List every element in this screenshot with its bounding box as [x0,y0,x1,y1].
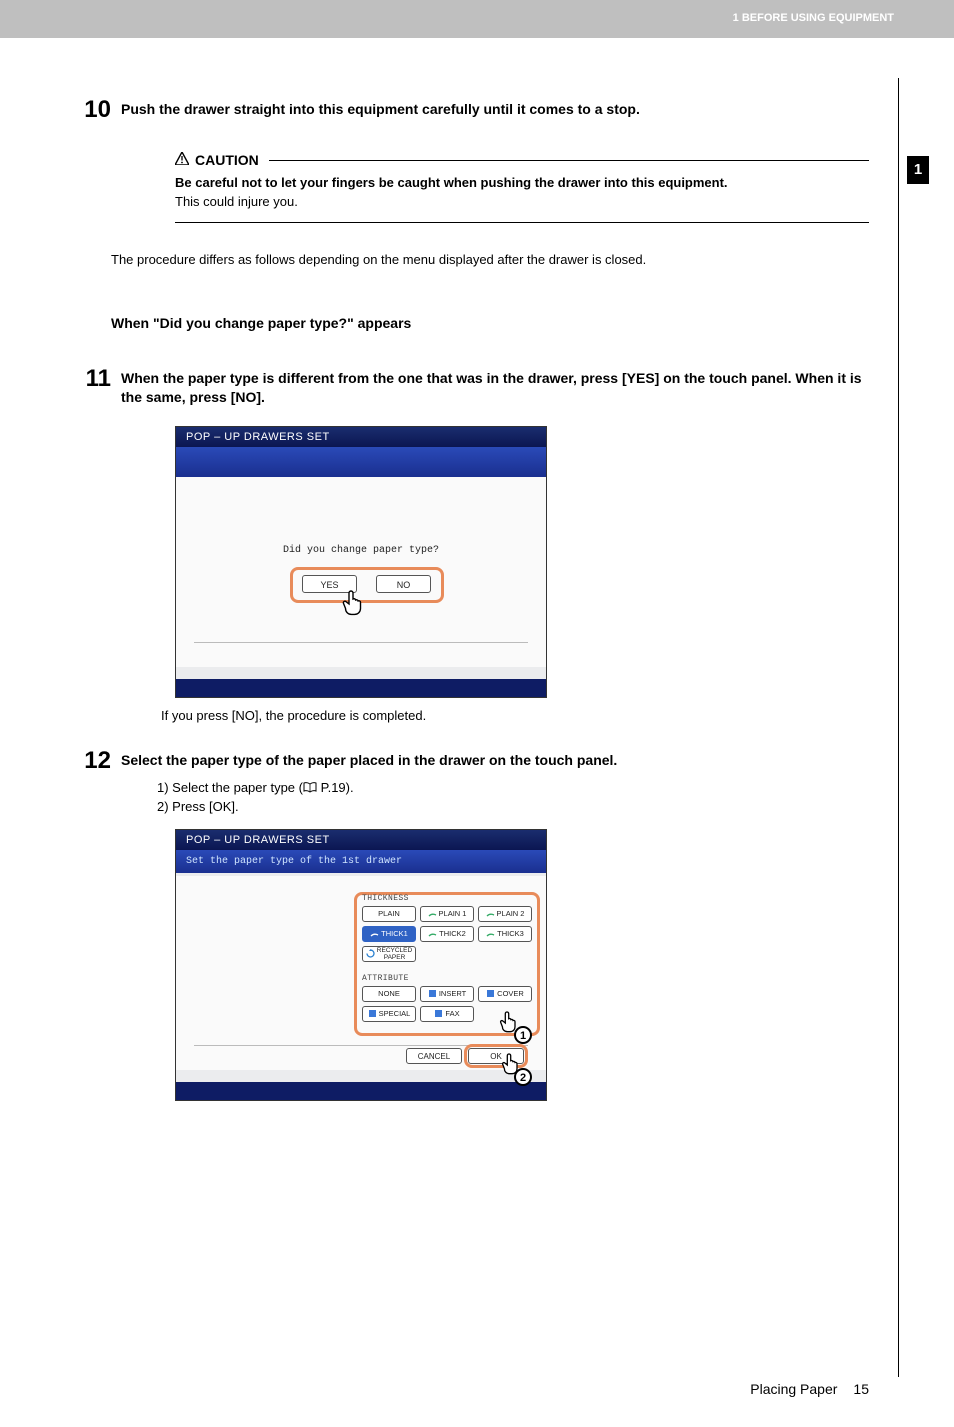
caution-label: CAUTION [195,152,259,168]
substep-1-ref: P.19). [317,780,354,795]
opt-special[interactable]: SPECIAL [362,1006,416,1022]
square-icon [486,989,495,998]
screen1-blue-band [176,447,546,477]
footer-title: Placing Paper [750,1381,837,1397]
chapter-tab: 1 [907,156,929,184]
opt-plain1-label: PLAIN 1 [439,906,467,921]
screen2-bottom-band [176,1082,546,1100]
thickness-label: THICKNESS [362,894,409,903]
intro-paragraph: The procedure differs as follows dependi… [111,251,869,269]
step-11-text: When the paper type is different from th… [121,367,869,408]
opt-thick3[interactable]: THICK3 [478,926,532,942]
opt-insert[interactable]: INSERT [420,986,474,1002]
caution-block: CAUTION Be careful not to let your finge… [175,152,869,223]
caution-triangle-icon [175,152,189,168]
step-12-substeps: 1) Select the paper type ( P.19). 2) Pre… [157,779,869,817]
header-bar: 1 BEFORE USING EQUIPMENT [0,0,954,38]
sheet-icon [486,909,495,918]
opt-thick1-label: THICK1 [381,926,408,941]
step-10: 10 Push the drawer straight into this eq… [75,98,869,122]
sheet-icon [486,929,495,938]
square-icon [428,989,437,998]
opt-thick1-selected[interactable]: THICK1 [362,926,416,942]
right-margin-rule [898,78,899,1377]
attribute-label: ATTRIBUTE [362,974,409,983]
after-no-note: If you press [NO], the procedure is comp… [161,708,869,723]
step-12: 12 Select the paper type of the paper pl… [75,749,869,773]
screen1-divider [194,642,528,643]
footer-page-number: 15 [853,1381,869,1397]
screen2-subtitle: Set the paper type of the 1st drawer [176,850,546,873]
callout-badge-2: 2 [514,1068,532,1086]
step-11: 11 When the paper type is different from… [75,367,869,408]
header-section-label: 1 BEFORE USING EQUIPMENT [733,12,894,24]
screen1-title: POP – UP DRAWERS SET [176,427,546,447]
callout-badge-1: 1 [514,1026,532,1044]
opt-plain2[interactable]: PLAIN 2 [478,906,532,922]
substep-1-prefix: 1) Select the paper type ( [157,780,303,795]
touchpanel-screenshot-1: POP – UP DRAWERS SET Did you change pape… [175,426,547,698]
no-button[interactable]: NO [376,575,431,593]
opt-plain1[interactable]: PLAIN 1 [420,906,474,922]
pointer-hand-icon [341,589,367,619]
caution-bottom-rule [175,222,869,223]
sheet-icon [428,909,437,918]
opt-thick2[interactable]: THICK2 [420,926,474,942]
opt-plain[interactable]: PLAIN [362,906,416,922]
subheading: When "Did you change paper type?" appear… [111,315,869,331]
substep-2: 2) Press [OK]. [157,798,869,817]
screen1-bottom-band [176,679,546,697]
caution-line2: This could injure you. [175,194,298,209]
square-icon [434,1009,443,1018]
opt-recycled-paper[interactable]: RECYCLEDPAPER [362,946,416,962]
opt-plain2-label: PLAIN 2 [497,906,525,921]
opt-thick3-label: THICK3 [497,926,524,941]
screen2-title: POP – UP DRAWERS SET [176,830,546,850]
step-number: 12 [75,749,121,773]
page-footer: Placing Paper 15 [75,1381,869,1397]
step-10-text: Push the drawer straight into this equip… [121,98,640,120]
opt-none[interactable]: NONE [362,986,416,1002]
recycled-line1: RECYCLED [377,947,412,954]
sheet-icon [370,929,379,938]
caution-rule [269,160,869,161]
opt-insert-label: INSERT [439,986,466,1001]
step-12-text: Select the paper type of the paper place… [121,749,617,771]
sheet-icon [428,929,437,938]
recycled-line2: PAPER [384,954,406,961]
step-number: 11 [75,367,121,391]
screen1-question: Did you change paper type? [176,545,546,556]
opt-fax-label: FAX [445,1006,459,1021]
opt-cover[interactable]: COVER [478,986,532,1002]
recycle-icon [366,949,375,958]
opt-thick2-label: THICK2 [439,926,466,941]
touchpanel-screenshot-2: POP – UP DRAWERS SET Set the paper type … [175,829,547,1101]
opt-fax[interactable]: FAX [420,1006,474,1022]
step-number: 10 [75,98,121,122]
opt-special-label: SPECIAL [379,1006,411,1021]
opt-cover-label: COVER [497,986,524,1001]
cancel-button[interactable]: CANCEL [406,1048,462,1064]
caution-bold-line: Be careful not to let your fingers be ca… [175,175,728,190]
book-icon [303,782,317,793]
substep-1: 1) Select the paper type ( P.19). [157,779,869,798]
square-icon [368,1009,377,1018]
